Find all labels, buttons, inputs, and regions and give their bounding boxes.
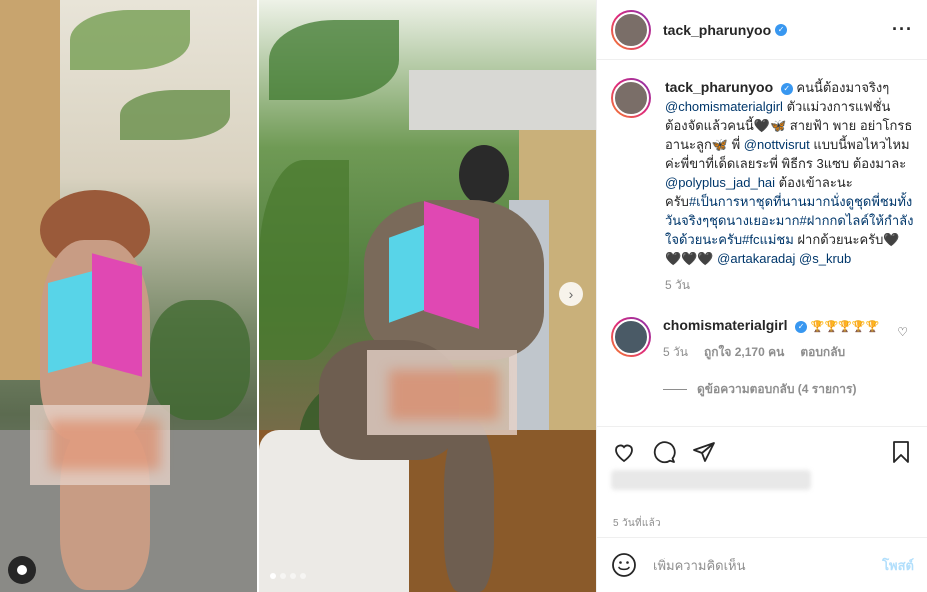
instagram-post-dialog: › tack_pharunyoo ✓ ··· tack_pharunyoo ✓ … bbox=[0, 0, 927, 592]
caption-mention[interactable]: @polyplus_jad_hai bbox=[665, 175, 775, 190]
photo-left bbox=[0, 0, 257, 592]
next-arrow-icon[interactable]: › bbox=[559, 282, 583, 306]
share-icon[interactable] bbox=[691, 439, 717, 465]
comment: chomismaterialgirl ✓ 🏆🏆🏆🏆🏆 5 วัน ถูกใจ 2… bbox=[611, 317, 914, 362]
caption-time[interactable]: 5 วัน bbox=[665, 276, 914, 295]
post-time-ago[interactable]: 5 วันที่แล้ว bbox=[613, 516, 661, 531]
photo-right bbox=[259, 0, 596, 592]
caption-mention[interactable]: @s_krub bbox=[799, 251, 851, 266]
like-icon[interactable] bbox=[611, 439, 637, 465]
verified-icon: ✓ bbox=[780, 82, 793, 95]
comment-time[interactable]: 5 วัน bbox=[663, 343, 688, 362]
commenter-username[interactable]: chomismaterialgirl bbox=[663, 317, 788, 333]
author-username[interactable]: tack_pharunyoo bbox=[663, 22, 771, 38]
caption-mention[interactable]: @nottvisrut bbox=[744, 137, 810, 152]
carousel-dot bbox=[280, 573, 286, 579]
carousel-dots bbox=[270, 573, 306, 579]
caption-mention[interactable]: @chomismaterialgirl bbox=[665, 99, 783, 114]
carousel-dot bbox=[270, 573, 276, 579]
view-replies-label: ดูข้อความตอบกลับ (4 รายการ) bbox=[697, 382, 857, 396]
post-media[interactable]: › bbox=[0, 0, 596, 592]
comment-text: 🏆🏆🏆🏆🏆 bbox=[810, 321, 880, 333]
bookmark-icon[interactable] bbox=[888, 439, 914, 465]
commenter-avatar[interactable] bbox=[611, 317, 651, 357]
comments-area: tack_pharunyoo ✓ คนนี้ต้องมาจริงๆ @chomi… bbox=[597, 60, 927, 426]
caption-mention[interactable]: @artakaradaj bbox=[717, 251, 795, 266]
caption-mention[interactable]: #fcแม่ชม bbox=[742, 232, 794, 247]
add-comment-bar: โพสต์ bbox=[597, 537, 927, 592]
caption-text: tack_pharunyoo ✓ คนนี้ต้องมาจริงๆ @chomi… bbox=[665, 78, 914, 295]
author-avatar[interactable] bbox=[611, 78, 651, 118]
caption-body: คนนี้ต้องมาจริงๆ @chomismaterialgirl ตัว… bbox=[665, 80, 913, 266]
user-tag-icon[interactable] bbox=[8, 556, 36, 584]
view-replies-button[interactable]: ดูข้อความตอบกลับ (4 รายการ) bbox=[663, 380, 914, 399]
caption-author[interactable]: tack_pharunyoo bbox=[665, 79, 773, 95]
post-button[interactable]: โพสต์ bbox=[882, 555, 914, 576]
reply-button[interactable]: ตอบกลับ bbox=[800, 343, 845, 362]
comment-input[interactable] bbox=[653, 557, 883, 573]
verified-icon: ✓ bbox=[775, 23, 788, 36]
post-side-panel: tack_pharunyoo ✓ ··· tack_pharunyoo ✓ คน… bbox=[596, 0, 927, 592]
action-bar bbox=[597, 426, 927, 476]
caption-segment: คนนี้ต้องมาจริงๆ bbox=[796, 80, 890, 95]
comment-like-icon[interactable]: ♡ bbox=[897, 325, 908, 339]
comment-icon[interactable] bbox=[651, 439, 677, 465]
likes-count-blurred bbox=[611, 470, 811, 490]
comment-likes[interactable]: ถูกใจ 2,170 คน bbox=[704, 343, 784, 362]
emoji-icon[interactable] bbox=[611, 552, 637, 578]
verified-icon: ✓ bbox=[795, 320, 808, 333]
post-header: tack_pharunyoo ✓ ··· bbox=[597, 0, 927, 60]
carousel-dot bbox=[300, 573, 306, 579]
caption: tack_pharunyoo ✓ คนนี้ต้องมาจริงๆ @chomi… bbox=[611, 78, 914, 295]
author-avatar[interactable] bbox=[611, 9, 651, 50]
more-options-icon[interactable]: ··· bbox=[892, 19, 913, 40]
carousel-dot bbox=[290, 573, 296, 579]
